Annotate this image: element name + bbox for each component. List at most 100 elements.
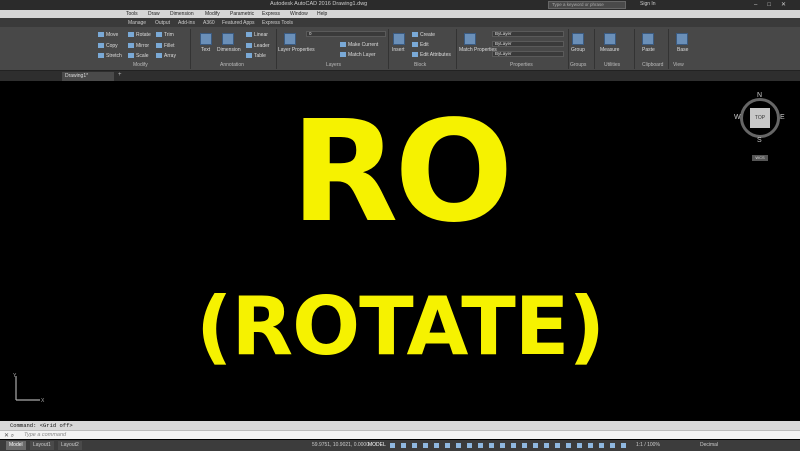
compass-south[interactable]: S [757, 137, 762, 144]
mirror-icon [128, 43, 134, 49]
match-layer-label: Match Layer [348, 52, 376, 58]
linetype-dropdown[interactable]: ByLayer [492, 41, 564, 47]
new-tab-icon[interactable]: + [118, 72, 122, 78]
tab-a360[interactable]: A360 [203, 20, 215, 26]
tab-manage[interactable]: Manage [128, 20, 146, 26]
color-dropdown[interactable]: ByLayer [492, 31, 564, 37]
lineweight-dropdown[interactable]: ByLayer [492, 51, 564, 57]
title-bar: Autodesk AutoCAD 2016 Drawing1.dwg Type … [0, 0, 800, 10]
search-input[interactable]: Type a keyword or phrase [548, 1, 626, 9]
layers-panel-title: Layers [326, 62, 342, 68]
mirror-tool-label: Mirror [136, 43, 150, 49]
group-icon[interactable] [572, 33, 584, 45]
scale-tool[interactable]: Scale [128, 53, 149, 59]
rotate-tool[interactable]: Rotate [128, 32, 151, 38]
linear-tool[interactable]: Linear [246, 32, 268, 38]
window-controls[interactable]: –□✕ [754, 1, 796, 8]
base-view-icon[interactable] [676, 33, 688, 45]
table-icon [246, 53, 252, 59]
insert-label[interactable]: Insert [392, 47, 405, 53]
mirror-tool[interactable]: Mirror [128, 43, 149, 49]
move-tool[interactable]: Move [98, 32, 118, 38]
command-input[interactable]: Type a command [24, 432, 66, 438]
edit-attributes-button[interactable]: Edit Attributes [412, 52, 451, 58]
measure-label[interactable]: Measure [600, 47, 619, 53]
status-bar: Model Layout1 Layout2 59.9751, 10.9021, … [0, 440, 800, 451]
tab-output[interactable]: Output [155, 20, 170, 26]
compass-east[interactable]: E [780, 114, 785, 121]
match-properties-icon[interactable] [464, 33, 476, 45]
text-icon[interactable] [200, 33, 212, 45]
create-block-icon [412, 32, 418, 38]
layer-properties-label[interactable]: Layer Properties [278, 47, 315, 53]
units-selector[interactable]: Decimal [700, 441, 718, 450]
group-label[interactable]: Group [571, 47, 585, 53]
tab-drawing1[interactable]: Drawing1* [62, 72, 114, 81]
tab-express-tools[interactable]: Express Tools [262, 20, 293, 26]
match-layer-button[interactable]: Match Layer [340, 52, 376, 58]
compass-west[interactable]: W [734, 114, 741, 121]
command-close-icon[interactable]: ✕ ⌕ [4, 432, 14, 440]
menu-help[interactable]: Help [317, 11, 327, 17]
insert-icon[interactable] [393, 33, 405, 45]
copy-icon [98, 43, 104, 49]
measure-icon[interactable] [604, 33, 616, 45]
fillet-tool[interactable]: Fillet [156, 43, 175, 49]
layer-properties-icon[interactable] [284, 33, 296, 45]
rotate-icon [128, 32, 134, 38]
tab-model[interactable]: Model [6, 441, 26, 450]
ribbon-tabs: Manage Output Add-ins A360 Featured Apps… [0, 18, 800, 27]
wcs-menu[interactable]: WCS [752, 155, 768, 161]
ucs-icon: Y X [13, 373, 45, 404]
tab-featured-apps[interactable]: Featured Apps [222, 20, 255, 26]
trim-tool-label: Trim [164, 32, 174, 38]
array-tool-label: Array [164, 53, 176, 59]
tab-layout1[interactable]: Layout1 [30, 441, 54, 450]
command-line[interactable]: ✕ ⌕ Type a command [0, 430, 800, 439]
panel-divider [388, 29, 389, 69]
create-block-button[interactable]: Create [412, 32, 435, 38]
viewcube[interactable]: TOP N S E W WCS [734, 92, 786, 166]
menu-modify[interactable]: Modify [205, 11, 220, 17]
svg-text:X: X [41, 398, 45, 404]
panel-divider [568, 29, 569, 69]
base-label[interactable]: Base [677, 47, 688, 53]
trim-tool[interactable]: Trim [156, 32, 174, 38]
panel-divider [276, 29, 277, 69]
menu-dimension[interactable]: Dimension [170, 11, 194, 17]
tab-layout2[interactable]: Layout2 [58, 441, 82, 450]
overlay-command-name: (ROTATE) [195, 280, 605, 373]
panel-divider [668, 29, 669, 69]
text-tool-label[interactable]: Text [201, 47, 210, 53]
viewcube-top-face[interactable]: TOP [750, 108, 770, 128]
utilities-panel-title: Utilities [604, 62, 621, 68]
leader-tool[interactable]: Leader [246, 43, 270, 49]
menu-window[interactable]: Window [290, 11, 308, 17]
block-panel-title: Block [414, 62, 427, 68]
array-tool[interactable]: Array [156, 53, 176, 59]
drafting-aids-toggles[interactable] [390, 443, 630, 448]
table-tool[interactable]: Table [246, 53, 266, 59]
make-current-button[interactable]: Make Current [340, 42, 378, 48]
model-space-button[interactable]: MODEL [368, 441, 386, 450]
layer-dropdown[interactable]: 0 [306, 31, 386, 37]
paste-label[interactable]: Paste [642, 47, 655, 53]
menu-parametric[interactable]: Parametric [230, 11, 254, 17]
stretch-tool[interactable]: Stretch [98, 53, 122, 59]
scale-tool-label: Scale [136, 53, 149, 59]
menu-tools[interactable]: Tools [126, 11, 138, 17]
panel-divider [594, 29, 595, 69]
sign-in-button[interactable]: Sign In [640, 1, 656, 7]
dimension-icon[interactable] [222, 33, 234, 45]
menu-draw[interactable]: Draw [148, 11, 160, 17]
compass-north[interactable]: N [757, 92, 762, 99]
stretch-icon [98, 53, 104, 59]
array-icon [156, 53, 162, 59]
copy-tool[interactable]: Copy [98, 43, 118, 49]
tab-addins[interactable]: Add-ins [178, 20, 195, 26]
menu-express[interactable]: Express [262, 11, 280, 17]
dimension-tool-label[interactable]: Dimension [217, 47, 241, 53]
paste-icon[interactable] [642, 33, 654, 45]
edit-block-button[interactable]: Edit [412, 42, 429, 48]
annotation-scale[interactable]: 1:1 / 100% [636, 441, 660, 450]
